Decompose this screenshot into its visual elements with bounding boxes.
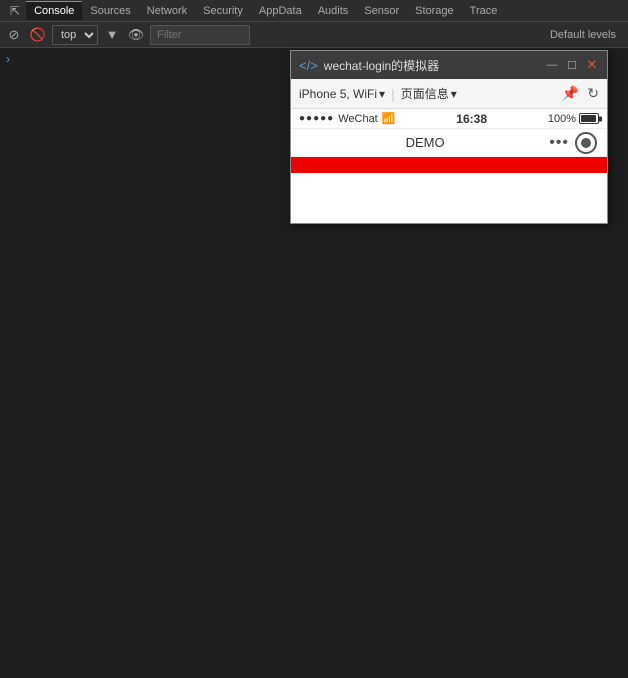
filter-input[interactable] (150, 25, 250, 45)
toolbar-divider: | (391, 86, 395, 102)
page-info-icon: ▾ (451, 87, 457, 101)
restore-button[interactable]: ☐ (565, 58, 579, 72)
close-button[interactable]: ✕ (585, 58, 599, 72)
main-area: › </> wechat-login的模拟器 — ☐ ✕ iPhone 5, W… (0, 48, 628, 678)
red-divider-2 (291, 165, 607, 173)
simulator-toolbar: iPhone 5, WiFi ▾ | 页面信息 ▾ 📌 ↻ (291, 79, 607, 109)
app-title: DEMO (301, 135, 549, 150)
battery-percentage: 100% (548, 113, 576, 125)
white-bottom-area (291, 173, 607, 223)
phone-content (291, 157, 607, 223)
tab-security[interactable]: Security (195, 2, 251, 20)
simulator-title-icon: </> (299, 58, 318, 73)
record-inner (581, 138, 591, 148)
tab-trace[interactable]: Trace (462, 2, 506, 20)
red-divider-1 (291, 157, 607, 165)
tab-audits[interactable]: Audits (310, 2, 357, 20)
pin-icon[interactable]: 📌 (562, 85, 579, 102)
simulator-title: wechat-login的模拟器 (324, 57, 545, 74)
tab-appdata[interactable]: AppData (251, 2, 310, 20)
tab-sources[interactable]: Sources (82, 2, 138, 20)
nav-dots[interactable]: ••• (549, 134, 569, 152)
tab-storage[interactable]: Storage (407, 2, 462, 20)
phone-time: 16:38 (395, 112, 547, 126)
context-select[interactable]: top (52, 25, 98, 45)
simulator-window: </> wechat-login的模拟器 — ☐ ✕ iPhone 5, WiF… (290, 50, 608, 224)
phone-statusbar: ●●●●● WeChat 📶 16:38 100% (291, 109, 607, 129)
carrier-label: WeChat (338, 113, 378, 125)
titlebar-controls: — ☐ ✕ (545, 58, 599, 72)
filter-toggle-icon[interactable]: ▼ (102, 25, 122, 45)
tab-console[interactable]: Console (26, 1, 82, 20)
devtools-cursor-icon[interactable]: ⇱ (4, 1, 26, 21)
wifi-icon: 📶 (382, 112, 396, 125)
devtools-toolbar: ⊘ 🚫 top ▼ 👁 Default levels (0, 22, 628, 48)
record-button[interactable] (575, 132, 597, 154)
signal-indicator: ●●●●● WeChat 📶 (299, 112, 395, 125)
clear-console-button[interactable]: ⊘ (4, 25, 24, 45)
device-select-button[interactable]: iPhone 5, WiFi ▾ (299, 87, 385, 101)
phone-frame: ●●●●● WeChat 📶 16:38 100% DEMO ••• (291, 109, 607, 223)
phone-navbar: DEMO ••• (291, 129, 607, 157)
device-name-label: iPhone 5, WiFi (299, 87, 377, 101)
refresh-icon[interactable]: ↻ (587, 85, 599, 102)
block-button[interactable]: 🚫 (28, 25, 48, 45)
battery-area: 100% (548, 113, 599, 125)
default-levels-label[interactable]: Default levels (550, 29, 624, 41)
eye-icon[interactable]: 👁 (126, 25, 146, 45)
sim-toolbar-right: 📌 ↻ (562, 85, 599, 102)
simulator-titlebar: </> wechat-login的模拟器 — ☐ ✕ (291, 51, 607, 79)
device-dropdown-icon: ▾ (379, 87, 385, 101)
page-info-button[interactable]: 页面信息 ▾ (401, 85, 457, 102)
minimize-button[interactable]: — (545, 58, 559, 72)
devtools-tabbar: ⇱ Console Sources Network Security AppDa… (0, 0, 628, 22)
signal-dots: ●●●●● (299, 113, 334, 124)
battery-icon (579, 113, 599, 124)
tab-network[interactable]: Network (139, 2, 195, 20)
tab-sensor[interactable]: Sensor (356, 2, 407, 20)
page-info-label: 页面信息 (401, 85, 449, 102)
battery-fill (581, 115, 596, 122)
